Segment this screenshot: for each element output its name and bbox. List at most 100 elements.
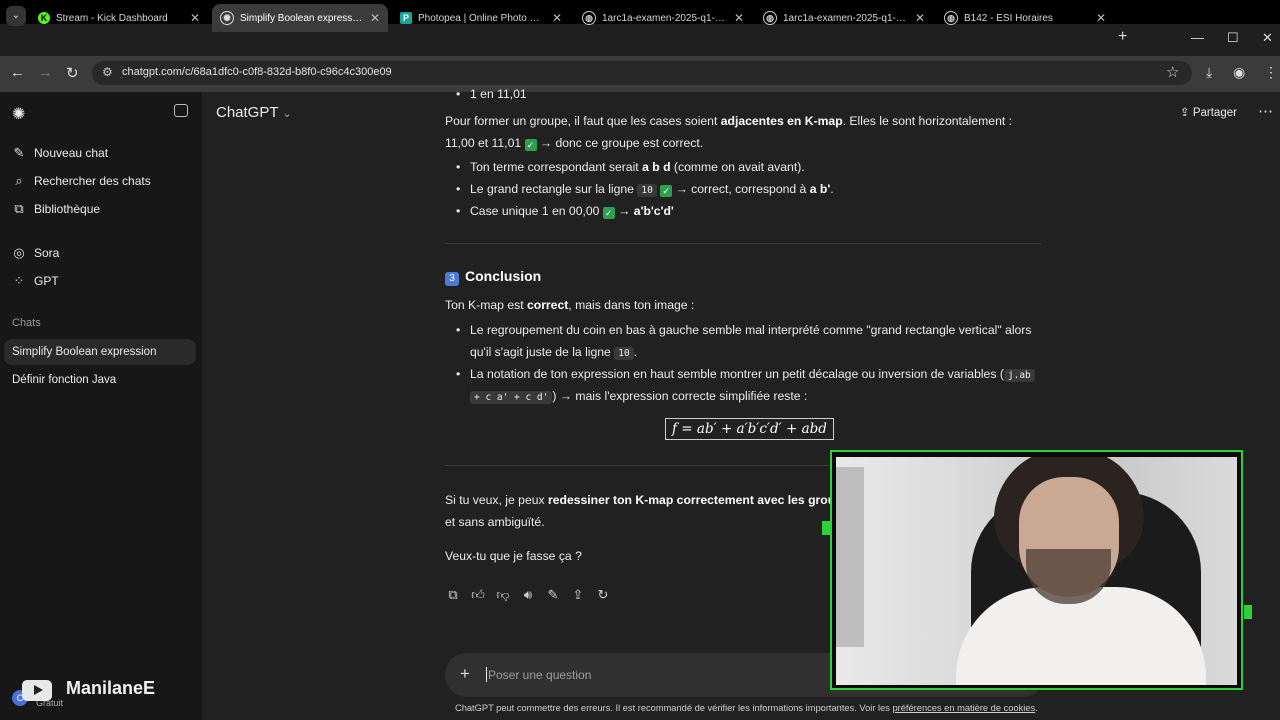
close-icon[interactable]: ✕ [1096,11,1106,25]
regenerate-icon[interactable]: ↻ [595,587,611,603]
text-bold: correct [526,298,569,312]
more-options-icon[interactable]: ⋯ [1258,102,1273,120]
disclaimer-text: ChatGPT peut commettre des erreurs. Il e… [455,703,893,713]
tab-chatgpt[interactable]: ✺ Simplify Boolean expression ✕ [212,4,388,32]
reload-icon[interactable]: ↻ [66,64,79,82]
overlay-handle [822,521,830,535]
inline-code: 10 [614,347,634,360]
math-formula: f = ab′ + a′b′c′d′ + abd [665,418,834,440]
webcam-overlay [830,450,1243,690]
text: Le regroupement du coin en bas à gauche … [470,323,1032,337]
sidebar-item-library[interactable]: ⧉ Bibliothèque [12,201,100,217]
text: Si tu veux, je peux [445,493,548,507]
list-item-continuation: qu'il s'agit juste de la ligne 10. [470,345,637,360]
read-aloud-icon[interactable]: 🔊︎ [520,587,536,603]
copy-icon[interactable]: ⧉ [445,587,461,603]
close-icon[interactable]: ✕ [552,11,562,25]
sidebar-item-label: Nouveau chat [34,146,109,160]
list-item: Le grand rectangle sur la ligne 10 ✓ → c… [456,182,834,197]
paragraph: Veux-tu que je fasse ça ? [445,549,582,563]
tab-title: 1arc1a-examen-2025-q1-s2-sol [783,12,909,24]
sidebar-item-gpt[interactable]: ⁘ GPT [12,273,59,289]
chat-item-definir-fonction[interactable]: Définir fonction Java [4,367,196,393]
tab-title: B142 - ESI Horaires [964,12,1053,24]
message-actions: ⧉ 👍︎ 👎︎ 🔊︎ ✎ ⇪ ↻ [445,587,611,603]
forward-icon[interactable]: → [38,64,53,81]
download-icon[interactable]: ⤓ [1206,64,1212,81]
text: → correct, correspond à [672,182,810,196]
paragraph: Ton K-map est correct, mais dans ton ima… [445,298,694,312]
paragraph: et sans ambiguïté. [445,515,545,529]
bullet-cut: 1 en 11,01 [456,87,527,101]
text: . [830,182,834,196]
menu-icon[interactable]: ⋮ [1264,64,1278,81]
tab-photopea[interactable]: P Photopea | Online Photo Editor ✕ [392,4,570,32]
close-icon[interactable]: ✕ [734,11,744,25]
disclaimer: ChatGPT peut commettre des erreurs. Il e… [455,703,1038,713]
check-icon: ✓ [602,207,615,219]
sidebar-item-search[interactable]: ⌕ Rechercher des chats [12,173,150,189]
site-settings-icon[interactable]: ⚙ [102,65,113,79]
sidebar-item-label: Sora [34,246,60,260]
openai-logo-icon[interactable]: ✺ [12,104,25,124]
globe-icon: ◍ [944,11,958,25]
list-item-continuation: + c a' + c d') → mais l'expression corre… [470,389,808,404]
close-icon[interactable]: ✕ [915,11,925,25]
thumbs-down-icon[interactable]: 👎︎ [495,587,511,603]
tab-esi-horaires[interactable]: ◍ B142 - ESI Horaires ✕ [936,4,1114,32]
sidebar-item-new-chat[interactable]: ✎ Nouveau chat [12,145,109,161]
inline-code: 10 [637,184,657,197]
text: , mais dans ton image : [568,298,695,312]
inline-code: j.ab [1003,369,1035,382]
close-window-icon[interactable]: ✕ [1262,30,1273,46]
paragraph: Si tu veux, je peux redessiner ton K-map… [445,493,843,507]
text-bold: a b d [642,160,671,174]
text: qu'il s'agit juste de la ligne [470,345,615,359]
url-text[interactable]: chatgpt.com/c/68a1dfc0-c0f8-832d-b8f0-c9… [122,66,392,78]
profile-icon[interactable]: ◉ [1233,64,1245,81]
grid-icon: ⁘ [13,273,25,288]
tab-search-button[interactable]: ⌄ [6,6,26,26]
model-name: ChatGPT [216,104,279,121]
text: ) → mais l'expression correcte simplifié… [552,389,808,403]
sidebar-item-label: Bibliothèque [34,202,101,216]
overlay-handle [1244,605,1252,619]
text: (comme on avait avant). [670,160,805,174]
cookie-preferences-link[interactable]: préférences en matière de cookies [892,703,1035,713]
search-icon: ⌕ [15,173,23,188]
new-tab-button[interactable]: + [1118,28,1127,46]
text: Ton K-map est [445,298,527,312]
sidebar-item-label: GPT [34,274,59,288]
minimize-icon[interactable]: — [1191,30,1204,45]
bookmark-star-icon[interactable]: ☆ [1166,63,1179,81]
section-heading: 3 Conclusion [445,268,541,286]
text: et sans ambiguïté. [445,515,545,529]
chat-item-simplify-boolean[interactable]: Simplify Boolean expression [4,339,196,365]
sidebar-item-sora[interactable]: ◎ Sora [12,245,59,261]
text: Pour former un groupe, il faut que les c… [445,114,721,128]
list-item: La notation de ton expression en haut se… [456,367,1035,382]
share-icon[interactable]: ⇪ [570,587,586,603]
tab-kick[interactable]: K Stream - Kick Dashboard ✕ [30,4,208,32]
thumbs-up-icon[interactable]: 👍︎ [470,587,486,603]
close-icon[interactable]: ✕ [370,11,380,25]
share-button[interactable]: ⇪ Partager [1180,105,1237,119]
stream-watermark: ManilaneE [66,678,156,698]
plus-icon[interactable]: + [460,664,470,684]
tab-exam-s2[interactable]: ◍ 1arc1a-examen-2025-q1-s2-sol ✕ [755,4,933,32]
heading-text: Conclusion [465,268,542,284]
maximize-icon[interactable]: ☐ [1227,30,1239,46]
text-bold: adjacentes en K-map [720,114,843,128]
sidebar-toggle-icon[interactable] [174,104,188,117]
list-item: Case unique 1 en 00,00 ✓ → a'b'c'd' [456,204,674,219]
edit-icon[interactable]: ✎ [545,587,561,603]
tab-exam-s1[interactable]: ◍ 1arc1a-examen-2025-q1-s1-sol ✕ [574,4,752,32]
close-icon[interactable]: ✕ [190,11,200,25]
paragraph: Pour former un groupe, il faut que les c… [445,114,1012,128]
sora-icon: ◎ [13,245,25,260]
back-icon[interactable]: ← [10,64,25,81]
keycap-3-icon: 3 [445,272,459,286]
text: 11,00 et 11,01 [445,136,522,150]
model-selector[interactable]: ChatGPT ⌄ [216,104,292,121]
prompt-input[interactable]: Poser une question [488,668,591,682]
